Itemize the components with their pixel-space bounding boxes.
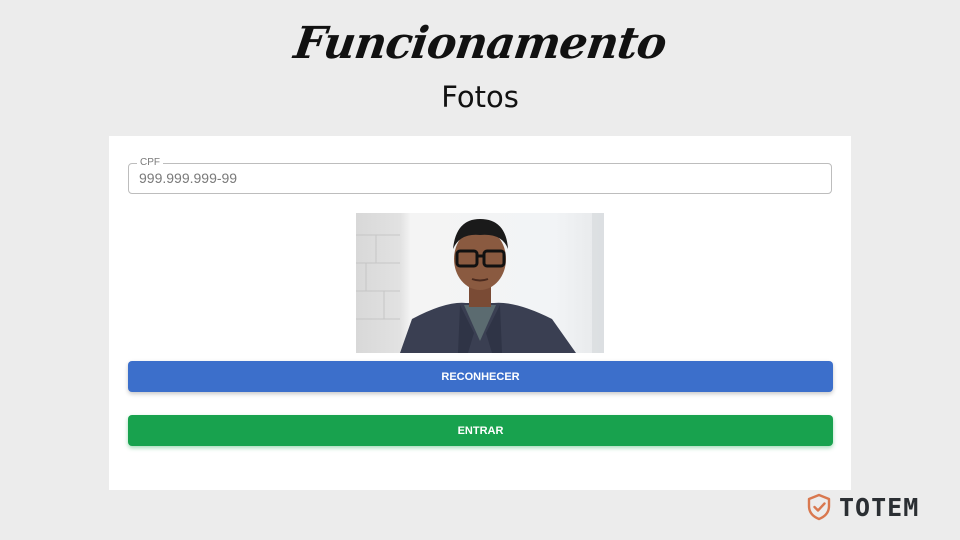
cpf-field[interactable]: CPF	[128, 157, 832, 194]
shield-check-icon	[806, 493, 832, 521]
cpf-label: CPF	[137, 157, 163, 169]
enter-button[interactable]: ENTRAR	[128, 415, 833, 446]
brand-name: TOTEM	[839, 492, 920, 522]
login-card: CPF 999.999.999-99 RECONHECER ENTRAR	[109, 136, 851, 490]
brand-logo: TOTEM	[806, 491, 919, 523]
captured-photo	[356, 213, 604, 353]
slide-subtitle: Fotos	[441, 80, 519, 114]
slide-title: Funcionamento	[290, 18, 670, 69]
cpf-input[interactable]	[139, 170, 809, 186]
recognize-button[interactable]: RECONHECER	[128, 361, 833, 392]
